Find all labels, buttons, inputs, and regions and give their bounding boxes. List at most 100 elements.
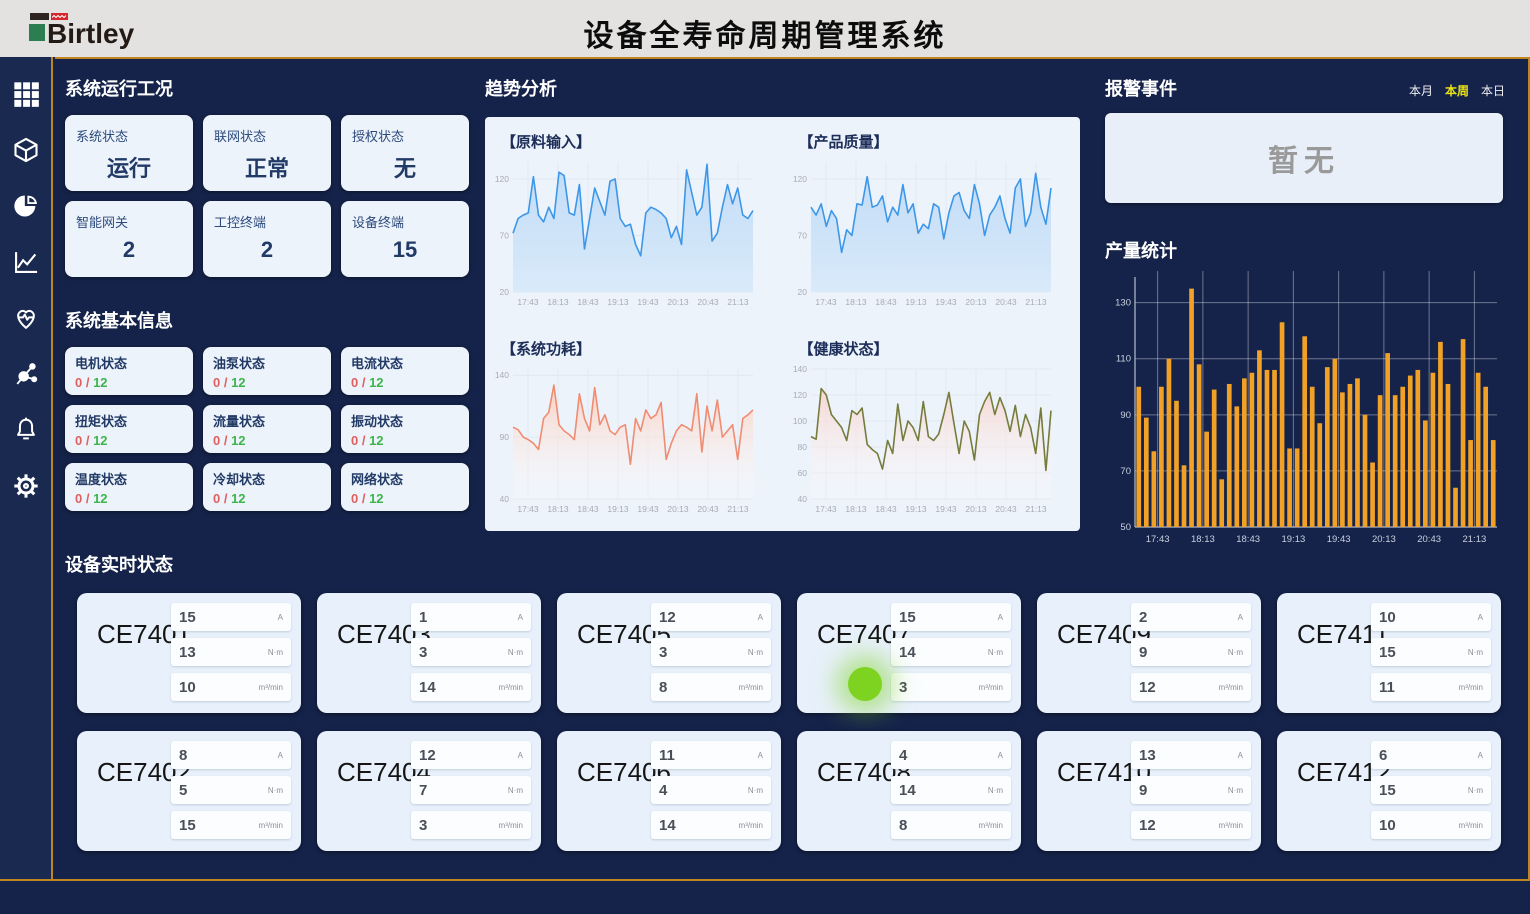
device-card-ce7411[interactable]: CE741110A15N·m11m³/min: [1277, 593, 1501, 713]
device-card-ce7403[interactable]: CE74031A3N·m14m³/min: [317, 593, 541, 713]
device-metric-value: 12: [1139, 817, 1156, 834]
pie-chart-icon: [12, 192, 40, 220]
alarm-tab-inactive[interactable]: 本日: [1481, 84, 1505, 98]
svg-text:120: 120: [495, 174, 509, 184]
sidebar-item-molecule[interactable]: [11, 359, 41, 389]
alarm-tab-active[interactable]: 本周: [1445, 84, 1469, 98]
svg-text:140: 140: [792, 364, 806, 374]
device-metric-unit: m³/min: [739, 683, 763, 692]
info-count-current: 0 /: [213, 491, 231, 506]
info-card: 扭矩状态0 / 12: [65, 405, 193, 453]
device-metric-value: 15: [899, 609, 916, 626]
info-count-total: 12: [231, 491, 245, 506]
svg-text:19:13: 19:13: [607, 297, 629, 307]
device-metric-unit: N·m: [268, 648, 283, 657]
device-metric-unit: A: [998, 751, 1003, 760]
device-metric-rows: 11A4N·m14m³/min: [651, 741, 771, 839]
svg-text:40: 40: [500, 494, 510, 504]
sidebar-item-cube-3d[interactable]: [11, 135, 41, 165]
trend-mini-chart-title: 【健康状态】: [799, 338, 1081, 359]
device-metric-unit: N·m: [268, 786, 283, 795]
device-metric-row: 3N·m: [411, 638, 531, 666]
device-metric-row: 14m³/min: [411, 673, 531, 701]
info-card-label: 油泵状态: [213, 353, 321, 372]
info-card: 电机状态0 / 12: [65, 347, 193, 395]
device-card-ce7402[interactable]: CE74028A5N·m15m³/min: [77, 731, 301, 851]
svg-text:20:43: 20:43: [995, 297, 1017, 307]
info-card-count: 0 / 12: [213, 433, 321, 448]
svg-text:19:43: 19:43: [637, 297, 659, 307]
sidebar-item-gear[interactable]: [11, 471, 41, 501]
info-card-label: 网络状态: [351, 469, 459, 488]
alarm-tab-inactive[interactable]: 本月: [1409, 84, 1433, 98]
production-bar-chart: 17:4318:1318:4319:1319:4320:1320:4321:13…: [1105, 269, 1505, 547]
info-count-total: 12: [369, 433, 383, 448]
device-metric-unit: N·m: [988, 786, 1003, 795]
device-metric-value: 10: [1379, 609, 1396, 626]
alarm-filter-tabs: 本月本周本日: [1397, 82, 1505, 100]
device-card-ce7410[interactable]: CE741013A9N·m12m³/min: [1037, 731, 1261, 851]
gear-icon: [12, 472, 40, 500]
device-card-ce7412[interactable]: CE74126A15N·m10m³/min: [1277, 731, 1501, 851]
sidebar-item-line-chart[interactable]: [11, 247, 41, 277]
svg-text:19:43: 19:43: [637, 504, 659, 514]
sidebar-item-bell[interactable]: [11, 415, 41, 445]
device-card-ce7408[interactable]: CE74084A14N·m8m³/min: [797, 731, 1021, 851]
svg-text:21:13: 21:13: [727, 297, 749, 307]
production-title: 产量统计: [1105, 237, 1515, 263]
device-metric-row: 1A: [411, 603, 531, 631]
device-metric-value: 8: [179, 747, 187, 764]
device-metric-unit: A: [758, 613, 763, 622]
info-card: 温度状态0 / 12: [65, 463, 193, 511]
svg-text:18:43: 18:43: [875, 297, 897, 307]
device-metric-row: 12m³/min: [1131, 673, 1251, 701]
device-metric-unit: N·m: [1228, 648, 1243, 657]
info-count-current: 0 /: [75, 491, 93, 506]
device-metric-unit: m³/min: [979, 821, 1003, 830]
device-metric-value: 12: [419, 747, 436, 764]
sidebar-item-pie-chart[interactable]: [11, 191, 41, 221]
svg-text:18:43: 18:43: [577, 504, 599, 514]
device-card-ce7406[interactable]: CE740611A4N·m14m³/min: [557, 731, 781, 851]
device-metric-unit: m³/min: [259, 821, 283, 830]
sidebar-item-health-monitor[interactable]: [11, 303, 41, 333]
device-metric-row: 15N·m: [1371, 776, 1491, 804]
device-metric-value: 11: [659, 747, 675, 764]
device-card-ce7401[interactable]: CE740115A13N·m10m³/min: [77, 593, 301, 713]
svg-text:80: 80: [797, 442, 807, 452]
device-metric-unit: N·m: [1228, 786, 1243, 795]
sidebar-item-apps-grid[interactable]: [11, 79, 41, 109]
device-metric-row: 10m³/min: [1371, 811, 1491, 839]
device-metric-value: 14: [659, 817, 676, 834]
device-metric-value: 15: [1379, 644, 1396, 661]
device-metric-row: 14N·m: [891, 638, 1011, 666]
device-metric-value: 12: [1139, 679, 1156, 696]
svg-text:60: 60: [797, 468, 807, 478]
svg-text:21:13: 21:13: [1462, 534, 1486, 545]
device-card-ce7405[interactable]: CE740512A3N·m8m³/min: [557, 593, 781, 713]
info-card-label: 扭矩状态: [75, 411, 183, 430]
trend-title: 趋势分析: [485, 75, 1085, 101]
device-metric-value: 15: [179, 817, 196, 834]
svg-text:20:43: 20:43: [697, 504, 719, 514]
bell-icon: [12, 416, 40, 444]
status-card-label: 授权状态: [352, 126, 404, 145]
info-count-current: 0 /: [351, 491, 369, 506]
info-count-total: 12: [369, 491, 383, 506]
device-card-ce7404[interactable]: CE740412A7N·m3m³/min: [317, 731, 541, 851]
info-count-total: 12: [93, 491, 107, 506]
device-card-ce7409[interactable]: CE74092A9N·m12m³/min: [1037, 593, 1261, 713]
device-metric-unit: N·m: [748, 648, 763, 657]
device-metric-value: 14: [419, 679, 436, 696]
line-chart-icon: [12, 248, 40, 276]
svg-text:17:43: 17:43: [517, 297, 539, 307]
device-metric-value: 9: [1139, 644, 1147, 661]
info-card-label: 流量状态: [213, 411, 321, 430]
device-metric-row: 12m³/min: [1131, 811, 1251, 839]
svg-text:18:43: 18:43: [1236, 534, 1260, 545]
device-metric-row: 4A: [891, 741, 1011, 769]
info-card-count: 0 / 12: [351, 375, 459, 390]
device-card-ce7407[interactable]: CE740715A14N·m3m³/min: [797, 593, 1021, 713]
svg-text:110: 110: [1116, 354, 1131, 365]
svg-text:20:13: 20:13: [965, 297, 987, 307]
